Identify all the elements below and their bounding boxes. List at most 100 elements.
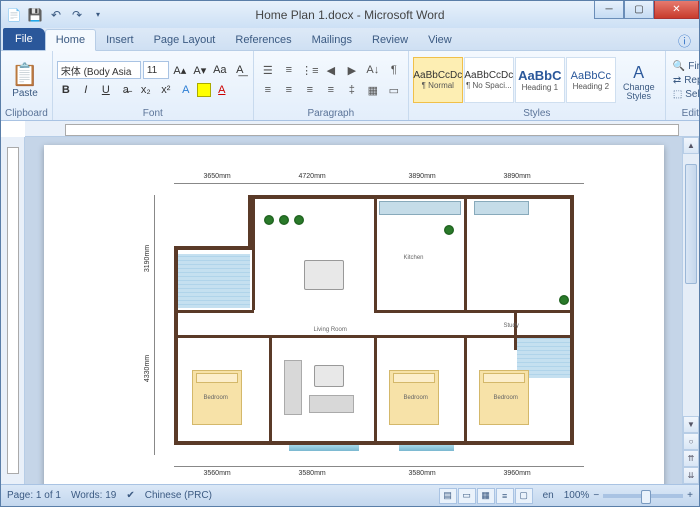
zoom-level[interactable]: 100% [564,490,590,501]
tab-home[interactable]: Home [45,29,96,51]
file-tab-label: File [15,33,33,45]
scroll-down-button[interactable]: ▼ [683,416,699,433]
group-clipboard: 📋 Paste Clipboard [1,51,53,120]
multilevel-button[interactable]: ⋮≡ [300,61,320,79]
subscript-button[interactable]: x₂ [137,81,155,99]
room-label: Kitchen [404,255,424,261]
numbering-button[interactable]: ≡ [279,61,299,79]
select-button[interactable]: ⬚Select ▾ [670,88,700,101]
print-layout-view[interactable]: ▤ [439,488,457,504]
find-icon: 🔍 [673,61,685,72]
tab-review[interactable]: Review [362,30,418,50]
ruler-horizontal[interactable] [25,121,699,137]
shrink-font-button[interactable]: A▾ [191,61,209,79]
text-effects-button[interactable]: A [177,81,195,99]
page: 3650mm 4720mm 3890mm 3890mm 3560mm 3580m… [44,145,664,484]
tab-page-layout[interactable]: Page Layout [144,30,226,50]
reading-view[interactable]: ▭ [458,488,476,504]
web-view[interactable]: ▦ [477,488,495,504]
qat-dropdown-icon[interactable]: ▾ [89,6,107,24]
superscript-button[interactable]: x² [157,81,175,99]
find-button[interactable]: 🔍Find ▾ [670,60,700,73]
tab-insert[interactable]: Insert [96,30,144,50]
font-size-combo[interactable]: 11 [143,61,169,79]
tab-references[interactable]: References [225,30,301,50]
language-indicator[interactable]: Chinese (PRC) [145,490,212,501]
scroll-up-button[interactable]: ▲ [683,137,699,154]
zoom-out-button[interactable]: − [593,490,599,501]
coffee-table [314,365,344,387]
view-buttons: ▤ ▭ ▦ ≡ ▢ [439,488,533,504]
browse-object-button[interactable]: ○ [683,433,699,450]
grow-font-button[interactable]: A▴ [171,61,189,79]
minimize-button[interactable]: ─ [594,1,624,19]
zoom-slider[interactable] [603,494,683,498]
align-center-button[interactable]: ≡ [279,81,299,99]
line-spacing-button[interactable]: ‡ [342,81,362,99]
dim-top-4: 3890mm [504,173,531,180]
sort-button[interactable]: A↓ [363,61,383,79]
file-tab[interactable]: File [3,28,45,50]
align-right-button[interactable]: ≡ [300,81,320,99]
borders-button[interactable]: ▭ [384,81,404,99]
undo-icon[interactable]: ↶ [47,6,65,24]
change-case-button[interactable]: Aa [211,61,229,79]
help-icon[interactable]: ⓘ [670,31,699,50]
align-left-button[interactable]: ≡ [258,81,278,99]
increase-indent-button[interactable]: ▶ [342,61,362,79]
next-page-button[interactable]: ⇊ [683,467,699,484]
document-area[interactable]: 3650mm 4720mm 3890mm 3890mm 3560mm 3580m… [25,137,682,484]
justify-button[interactable]: ≡ [321,81,341,99]
tab-view[interactable]: View [418,30,462,50]
room-label: Bedroom [204,395,228,401]
font-color-button[interactable]: A [213,81,231,99]
scroll-thumb[interactable] [685,164,697,284]
dim-top-1: 3650mm [204,173,231,180]
replace-button[interactable]: ⇄Replace [670,74,700,87]
dim-top-2: 4720mm [299,173,326,180]
strike-button[interactable]: a̶ [117,81,135,99]
style-normal[interactable]: AaBbCcDc ¶ Normal [413,57,463,103]
word-count[interactable]: Words: 19 [71,490,116,501]
dim-bot-1: 3560mm [204,470,231,477]
save-icon[interactable]: 💾 [26,6,44,24]
ruler-vertical[interactable] [1,137,25,484]
draft-view[interactable]: ▢ [515,488,533,504]
maximize-button[interactable]: ▢ [624,1,654,19]
paste-button[interactable]: 📋 Paste [5,53,45,107]
dim-left-2: 4330mm [144,355,151,382]
tab-mailings[interactable]: Mailings [302,30,362,50]
redo-icon[interactable]: ↷ [68,6,86,24]
highlight-button[interactable] [197,83,211,97]
plant-icon [559,295,569,305]
change-styles-button[interactable]: Ａ Change Styles [617,53,661,107]
balcony-2 [399,445,454,451]
titlebar: 📄 💾 ↶ ↷ ▾ Home Plan 1.docx - Microsoft W… [1,1,699,28]
proofing-icon[interactable]: ✔ [126,490,134,501]
change-styles-icon: Ａ [631,59,647,83]
shading-button[interactable]: ▦ [363,81,383,99]
plant-icon [444,225,454,235]
window-title: Home Plan 1.docx - Microsoft Word [255,8,444,22]
bullets-button[interactable]: ☰ [258,61,278,79]
scrollbar-vertical[interactable]: ▲ ▼ ○ ⇈ ⇊ [682,137,699,484]
prev-page-button[interactable]: ⇈ [683,450,699,467]
underline-button[interactable]: U [97,81,115,99]
font-family-combo[interactable]: 宋体 (Body Asia [57,61,141,79]
style-heading1[interactable]: AaBbC Heading 1 [515,57,565,103]
floorplan-drawing: 3650mm 4720mm 3890mm 3890mm 3560mm 3580m… [164,175,594,475]
room-label: Living Room [314,327,347,333]
style-heading2[interactable]: AaBbCc Heading 2 [566,57,616,103]
style-no-spacing[interactable]: AaBbCcDc ¶ No Spaci... [464,57,514,103]
outline-view[interactable]: ≡ [496,488,514,504]
zoom-in-button[interactable]: + [687,490,693,501]
dimline-top [174,183,584,184]
sofa-2 [309,395,354,413]
decrease-indent-button[interactable]: ◀ [321,61,341,79]
bold-button[interactable]: B [57,81,75,99]
close-button[interactable]: ✕ [654,1,699,19]
clear-format-button[interactable]: A͟ [231,61,249,79]
page-indicator[interactable]: Page: 1 of 1 [7,490,61,501]
show-marks-button[interactable]: ¶ [384,61,404,79]
italic-button[interactable]: I [77,81,95,99]
